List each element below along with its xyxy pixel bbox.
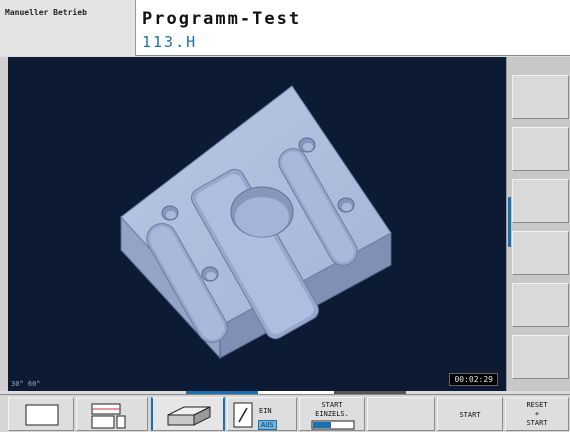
toggle-on-label: EIN <box>259 407 272 415</box>
vertical-softkey-scroll-indicator <box>508 197 511 247</box>
reset-label-1: RESET <box>526 401 548 409</box>
start-single-block-button[interactable]: START EINZELS. <box>299 397 365 431</box>
view-single-icon <box>25 404 59 426</box>
vertical-softkey-3[interactable] <box>512 179 569 223</box>
program-file-name: 113.H <box>142 33 198 51</box>
header-bar: Manueller Betrieb Programm-Test 113.H <box>0 0 570 56</box>
reset-label-2: + <box>534 410 540 418</box>
empty-softkey[interactable] <box>367 397 435 431</box>
vertical-softkey-6[interactable] <box>512 335 569 379</box>
reset-label-3: START <box>526 419 548 427</box>
start-button[interactable]: START <box>437 397 503 431</box>
block-skip-toggle-button[interactable]: EIN AUS <box>227 397 297 431</box>
machine-mode-panel[interactable]: Manueller Betrieb <box>0 0 136 56</box>
view-single-button[interactable] <box>8 397 74 431</box>
view-plan-elevation-button[interactable] <box>76 397 148 431</box>
softkey-bar: EIN AUS START EINZELS. START RESET + STA… <box>0 394 570 432</box>
start-label: START <box>459 411 481 419</box>
machine-mode-label: Manueller Betrieb <box>5 8 87 17</box>
vertical-softkey-2[interactable] <box>512 127 569 171</box>
view-angle-readout: 30° 60° <box>11 380 41 388</box>
start-single-list-icon <box>311 420 355 430</box>
toggle-off-label: AUS <box>258 420 277 430</box>
block-slash-icon <box>233 402 253 428</box>
vertical-softkey-1[interactable] <box>512 75 569 119</box>
program-mode-title: Programm-Test <box>142 9 302 29</box>
reset-start-button[interactable]: RESET + START <box>505 397 569 431</box>
left-frame-strip <box>0 57 8 391</box>
simulation-viewport[interactable]: 30° 60° 00:02:29 <box>8 57 506 391</box>
elapsed-time-display: 00:02:29 <box>449 373 498 386</box>
start-single-label-2: EINZELS. <box>315 410 349 418</box>
workpiece-3d-render <box>120 85 392 360</box>
vertical-softkey-5[interactable] <box>512 283 569 327</box>
view-3d-button[interactable] <box>151 397 225 431</box>
vertical-softkey-column <box>506 57 570 391</box>
view-3d-block-icon <box>167 406 211 426</box>
start-single-label-1: START <box>321 401 343 409</box>
vertical-softkey-4[interactable] <box>512 231 569 275</box>
view-plan-elevation-icon <box>91 403 126 429</box>
